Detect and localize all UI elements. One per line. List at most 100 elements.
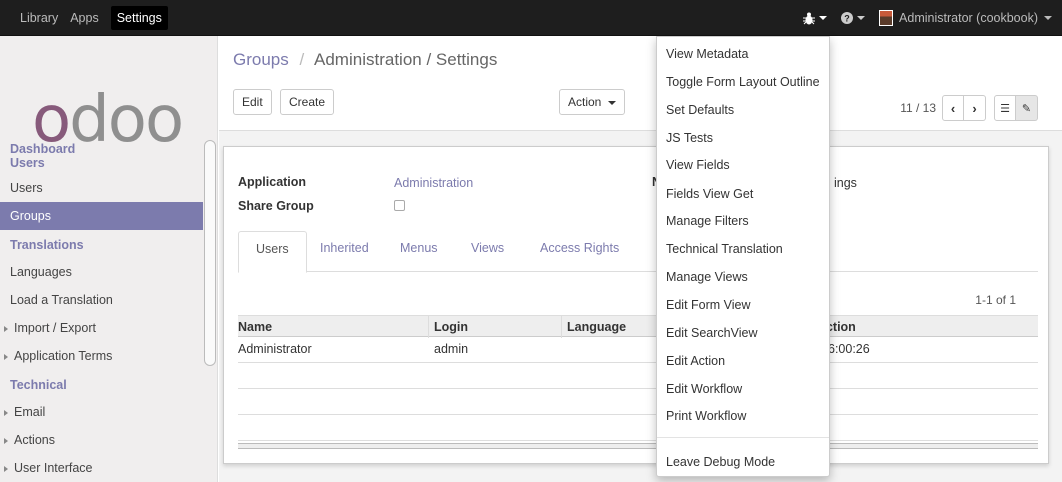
records-count: 1-1 of 1	[975, 293, 1016, 307]
menu-item-manage-views[interactable]: Manage Views	[666, 270, 748, 284]
tab-menus[interactable]: Menus	[400, 241, 438, 255]
menu-item-edit-workflow[interactable]: Edit Workflow	[666, 382, 742, 396]
menu-apps[interactable]: Apps	[70, 11, 99, 25]
sidebar-item-import-export[interactable]: Import / Export	[0, 314, 203, 342]
menu-item-edit-action[interactable]: Edit Action	[666, 354, 725, 368]
table-row	[238, 363, 1038, 389]
menu-settings[interactable]: Settings	[110, 6, 168, 30]
cell-login: admin	[434, 342, 469, 356]
sidebar-section-users[interactable]: Users	[0, 156, 203, 174]
column-divider	[561, 316, 562, 338]
form-view-button[interactable]: ✎	[1016, 95, 1038, 121]
breadcrumb-groups[interactable]: Groups	[233, 50, 289, 69]
sidebar-item-user-interface[interactable]: User Interface	[0, 454, 203, 482]
sidebar-item-label: Actions	[14, 433, 55, 447]
tab-inherited[interactable]: Inherited	[320, 241, 369, 255]
user-name: Administrator (cookbook)	[899, 11, 1038, 25]
debug-dropdown-menu: View Metadata Toggle Form Layout Outline…	[656, 36, 830, 477]
cell-latest-connection: 6:00:26	[828, 342, 870, 356]
sidebar-item-label: Email	[14, 405, 46, 419]
control-panel: Groups / Administration / Settings Edit …	[219, 36, 1062, 131]
tab-views[interactable]: Views	[471, 241, 504, 255]
list-icon: ☰	[1000, 102, 1010, 115]
sidebar-section-translations[interactable]: Translations	[0, 230, 203, 258]
main-content: Groups / Administration / Settings Edit …	[219, 36, 1062, 482]
expand-icon	[4, 325, 8, 332]
cell-name: Administrator	[238, 342, 312, 356]
menu-item-print-workflow[interactable]: Print Workflow	[666, 409, 746, 423]
sidebar-item-groups[interactable]: Groups	[0, 202, 203, 230]
avatar	[879, 10, 894, 26]
chevron-right-icon: ›	[972, 100, 977, 116]
create-button[interactable]: Create	[280, 89, 335, 115]
pager-next-button[interactable]: ›	[964, 95, 986, 121]
user-menu[interactable]: Administrator (cookbook)	[879, 10, 1052, 26]
sidebar-item-languages[interactable]: Languages	[0, 258, 203, 286]
menu-item-view-metadata[interactable]: View Metadata	[666, 47, 748, 61]
tab-users[interactable]: Users	[238, 231, 307, 273]
menu-item-leave-debug-mode[interactable]: Leave Debug Mode	[666, 455, 775, 469]
chevron-down-icon	[857, 16, 866, 20]
chevron-left-icon: ‹	[950, 100, 956, 116]
column-divider	[428, 316, 429, 338]
help-menu-button[interactable]: ?	[841, 12, 866, 24]
chevron-down-icon	[819, 16, 828, 20]
breadcrumb-current: Administration / Settings	[314, 50, 498, 69]
sidebar-item-load-translation[interactable]: Load a Translation	[0, 286, 203, 314]
menu-library[interactable]: Library	[20, 11, 58, 25]
table-row[interactable]: Administrator admin 6:00:26	[238, 337, 1038, 363]
share-group-checkbox[interactable]	[394, 200, 405, 211]
edit-button[interactable]: Edit	[233, 89, 272, 115]
tab-access-rights[interactable]: Access Rights	[540, 241, 619, 255]
sidebar-item-application-terms[interactable]: Application Terms	[0, 342, 203, 370]
pager: 11 / 13 ‹ › ☰ ✎	[900, 95, 1038, 121]
pager-previous-button[interactable]: ‹	[942, 95, 964, 121]
sidebar-nav: Dashboard Users Users Groups Translation…	[0, 142, 203, 482]
menu-item-edit-searchview[interactable]: Edit SearchView	[666, 326, 758, 340]
table-row	[238, 389, 1038, 415]
sidebar-section-technical[interactable]: Technical	[0, 370, 203, 398]
sidebar-scrollbar[interactable]	[204, 140, 216, 366]
menu-item-manage-filters[interactable]: Manage Filters	[666, 214, 749, 228]
column-login[interactable]: Login	[434, 316, 468, 338]
sidebar-section-dashboard[interactable]: Dashboard	[0, 142, 203, 156]
menu-item-view-fields[interactable]: View Fields	[666, 158, 730, 172]
edit-icon: ✎	[1021, 102, 1032, 115]
menu-item-fields-view-get[interactable]: Fields View Get	[666, 187, 753, 201]
bug-icon	[803, 12, 816, 24]
expand-icon	[4, 409, 8, 416]
sidebar-item-label: User Interface	[14, 461, 93, 475]
action-button[interactable]: Action	[559, 89, 625, 115]
form-sheet: Application Administration Share Group N…	[223, 146, 1049, 464]
top-navbar: Library Apps Settings ? Administrator (c…	[0, 0, 1062, 36]
list-view-button[interactable]: ☰	[994, 95, 1016, 121]
share-group-label: Share Group	[238, 199, 314, 213]
menu-item-js-tests[interactable]: JS Tests	[666, 131, 713, 145]
application-value[interactable]: Administration	[394, 176, 473, 190]
table-row	[238, 415, 1038, 441]
breadcrumb: Groups / Administration / Settings	[233, 50, 497, 70]
sidebar-item-label: Application Terms	[14, 349, 113, 363]
sidebar-item-email[interactable]: Email	[0, 398, 203, 426]
menu-item-technical-translation[interactable]: Technical Translation	[666, 242, 783, 256]
pager-count[interactable]: 11 / 13	[900, 101, 936, 115]
chevron-down-icon	[1044, 16, 1052, 20]
expand-icon	[4, 465, 8, 472]
menu-item-toggle-form-layout-outline[interactable]: Toggle Form Layout Outline	[666, 75, 820, 89]
column-language[interactable]: Language	[567, 316, 626, 338]
sidebar-item-actions[interactable]: Actions	[0, 426, 203, 454]
chevron-down-icon	[607, 100, 616, 105]
menu-item-set-defaults[interactable]: Set Defaults	[666, 103, 734, 117]
sidebar: odoo Dashboard Users Users Groups Transl…	[0, 36, 218, 482]
debug-menu-button[interactable]	[803, 12, 828, 25]
svg-text:?: ?	[844, 14, 850, 24]
application-label: Application	[238, 175, 307, 189]
sidebar-item-users[interactable]: Users	[0, 174, 203, 202]
notebook-tabs: Users Inherited Menus Views Access Right…	[238, 231, 1038, 273]
column-name[interactable]: Name	[238, 316, 272, 338]
menu-item-edit-form-view[interactable]: Edit Form View	[666, 298, 751, 312]
sidebar-item-label: Import / Export	[14, 321, 96, 335]
expand-icon	[4, 353, 8, 360]
table-footer	[238, 443, 1038, 449]
menu-divider	[657, 437, 829, 438]
